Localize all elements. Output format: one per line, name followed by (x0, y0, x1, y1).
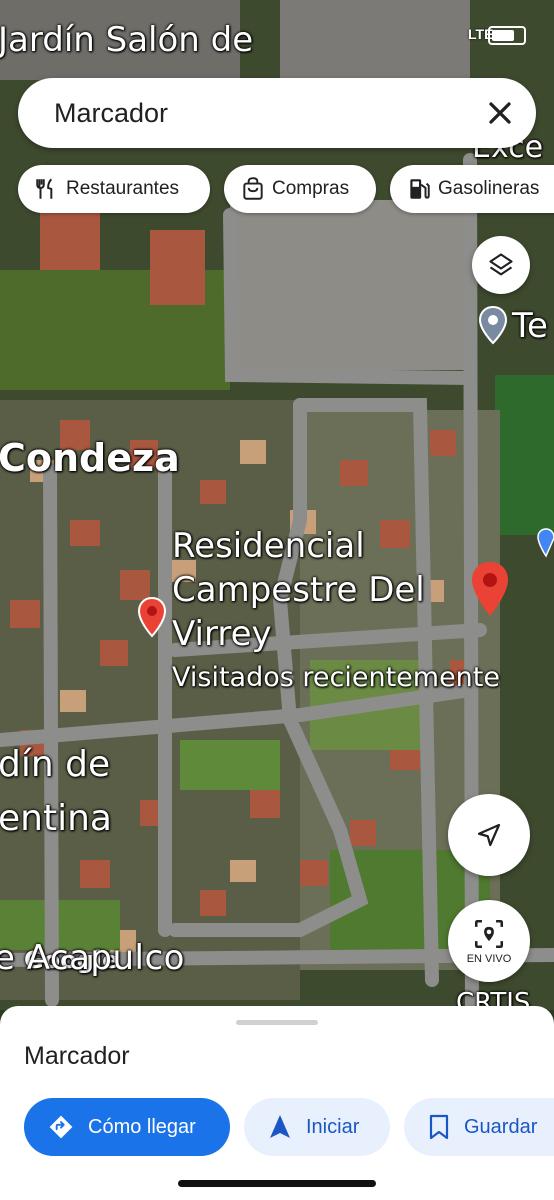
gray-place-pin-icon[interactable] (478, 305, 508, 345)
search-bar[interactable]: Marcador (18, 78, 536, 148)
chip-label: Restaurantes (66, 178, 180, 199)
residencial-line-1: Residencial (172, 526, 365, 566)
live-view-label: EN VIVO (466, 953, 512, 965)
chip-label: Gasolineras (438, 178, 540, 199)
sheet-drag-handle[interactable] (236, 1020, 318, 1025)
start-button[interactable]: Iniciar (244, 1098, 390, 1156)
recently-visited-label: Visitados recientemente (172, 662, 500, 693)
navigation-arrow-icon (477, 823, 501, 847)
start-label: Iniciar (306, 1115, 360, 1138)
directions-button[interactable]: Cómo llegar (24, 1098, 230, 1156)
marker-pin-icon[interactable] (470, 560, 510, 618)
chip-label: Compras (272, 178, 350, 199)
search-input[interactable]: Marcador (54, 98, 168, 129)
map-label-jardin-line-2[interactable]: entina (0, 798, 112, 839)
residencial-line-2: Campestre Del (172, 570, 425, 610)
live-view-icon (474, 919, 504, 949)
map-label-residencial[interactable]: Residencial Campestre Del Virrey Visitad… (172, 526, 500, 693)
gas-station-icon (410, 179, 430, 199)
home-indicator[interactable] (178, 1180, 376, 1187)
navigation-icon (270, 1115, 290, 1138)
save-label: Guardar (464, 1115, 538, 1138)
map-label-te-fragment[interactable]: Te (512, 306, 548, 346)
layers-button[interactable] (472, 236, 530, 294)
my-location-button[interactable] (448, 794, 530, 876)
place-bottom-sheet[interactable]: Marcador Cómo llegar Iniciar Guardar (0, 1006, 554, 1200)
blue-poi-pin-icon[interactable] (537, 528, 554, 558)
live-view-button[interactable]: EN VIVO (448, 900, 530, 982)
directions-label: Cómo llegar (88, 1115, 196, 1138)
map-label-jardin-line-1[interactable]: dín de (0, 744, 110, 785)
save-button[interactable]: Guardar (404, 1098, 554, 1156)
chip-restaurantes[interactable]: Restaurantes (18, 165, 210, 213)
battery-icon (488, 26, 526, 45)
directions-icon (49, 1115, 73, 1139)
residencial-line-3: Virrey (172, 614, 272, 654)
bookmark-icon (429, 1114, 449, 1140)
recent-place-pin-icon[interactable] (137, 596, 167, 638)
chip-compras[interactable]: Compras (224, 165, 376, 213)
layers-icon (489, 253, 513, 276)
close-icon[interactable] (482, 95, 518, 131)
map-label-condeza[interactable]: Condeza (0, 436, 180, 480)
shopping-bag-icon (243, 177, 263, 200)
place-title: Marcador (24, 1042, 130, 1070)
map-label-acapulco[interactable]: e Acapulco (0, 938, 185, 978)
map-label-jardin-salon[interactable]: Jardín Salón de (0, 20, 253, 60)
chip-gasolineras[interactable]: Gasolineras (390, 165, 554, 213)
fork-knife-icon (36, 178, 53, 199)
